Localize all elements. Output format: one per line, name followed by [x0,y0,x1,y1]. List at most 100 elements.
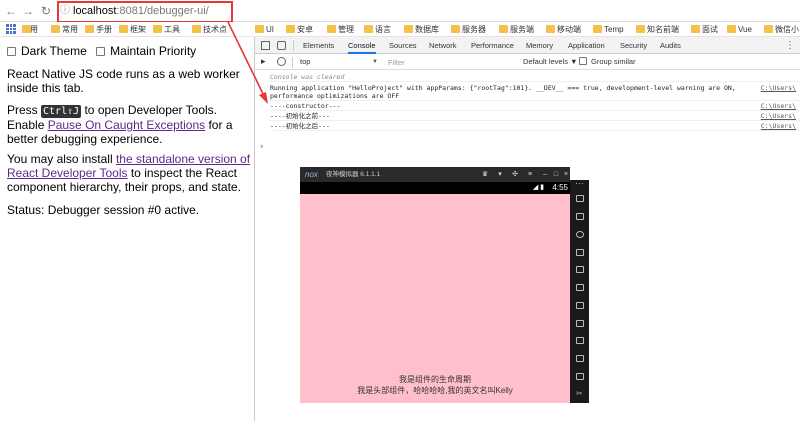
emulator-titlebar: nox 夜神模拟器 6.1.1.1 ♛ ▾ ✣ ≡ – □ × [300,167,570,182]
tab-console[interactable]: Console [348,37,376,54]
bookmark-item[interactable]: 语言 [364,24,391,35]
inspect-icon[interactable] [261,41,270,50]
lifecycle-text: 我是组件的生命周期 [399,375,471,384]
tab-elements[interactable]: Elements [303,37,334,54]
source-link[interactable]: C:\Users\ [761,102,796,110]
console-line: ----初始化之后--- C:\Users\ [270,122,800,131]
bookmark-item[interactable]: Temp [593,24,624,35]
volume-down-icon[interactable] [576,320,584,327]
bookmark-item[interactable]: 常用 [51,24,78,35]
fullscreen-icon[interactable] [576,284,584,291]
reload-icon[interactable]: ↻ [39,3,53,19]
volume-up-icon[interactable] [576,302,584,309]
bookmark-item[interactable]: 管理 [327,24,354,35]
tab-application[interactable]: Application [568,37,605,54]
dark-theme-checkbox[interactable] [7,47,16,56]
status-text: Status: Debugger session #0 active. [7,203,200,217]
console-toolbar: ▸ top▼ Default levels ▼ Group similar [255,54,800,70]
bookmark-item[interactable]: 数据库 [404,24,439,35]
shortcut-key: Ctrl⇧J [41,105,82,118]
apps-icon[interactable] [6,24,16,34]
source-link[interactable]: C:\Users\ [761,122,796,130]
levels-dropdown[interactable]: Default levels ▼ [523,56,578,68]
status-time: 4:55 [552,183,568,192]
console-line: ----constructor--- C:\Users\ [270,102,800,111]
bookmark-item[interactable]: 手册 [85,24,112,35]
context-select[interactable]: top ▼ [298,56,380,68]
maintain-priority-checkbox[interactable] [96,47,106,56]
devtools-tabs: Elements Console Sources Network Perform… [255,37,800,54]
emulator-window: nox 夜神模拟器 6.1.1.1 ♛ ▾ ✣ ≡ – □ × ◢ ▮ 4:55… [300,167,570,403]
screen-icon[interactable] [576,213,584,220]
group-similar-checkbox[interactable] [579,57,587,65]
source-link[interactable]: C:\Users\ [761,84,796,92]
url-highlight-annotation [57,1,233,23]
android-status-bar: ◢ ▮ 4:55 [300,182,570,194]
wifi-signal-icon: ◢ ▮ [532,184,544,191]
source-link[interactable]: C:\Users\ [761,112,796,120]
tab-security[interactable]: Security [620,37,647,54]
tab-memory[interactable]: Memory [526,37,553,54]
debugger-page: Dark Theme Maintain Priority React Nativ… [0,37,254,421]
location-icon[interactable] [576,231,584,238]
settings-icon[interactable]: ✣ [510,167,520,182]
console-line: ----初始化之前--- C:\Users\ [270,112,800,121]
bookmark-item[interactable]: 微信小 [764,24,799,35]
minimize-icon[interactable]: – [540,167,550,182]
bookmark-item[interactable]: 技术点 [192,24,227,35]
multi-instance-icon[interactable] [576,355,584,362]
group-similar-option[interactable]: Group similar [579,56,636,68]
react-devtools-hint: You may also install the standalone vers… [7,152,251,194]
emulator-title: 夜神模拟器 6.1.1.1 [326,171,381,178]
bookmarks-bar: 应用 常用 手册 框架 工具 技术点 UI 安卓 管理 语言 数据库 服务器 服… [0,22,800,37]
bookmark-item[interactable]: 移动端 [546,24,581,35]
console-line: Console was cleared [270,73,800,82]
sidebar-toggle-icon[interactable]: ▸ [261,57,270,66]
console-prompt-icon[interactable]: › [259,142,264,152]
bookmark-item[interactable]: 安卓 [286,24,313,35]
console-line: Running application "HelloProject" with … [270,84,800,101]
menu-icon[interactable]: ≡ [525,167,535,182]
record-icon[interactable] [576,373,584,380]
maximize-icon[interactable]: □ [551,167,561,182]
scissors-icon[interactable]: ✂ [576,390,584,398]
clear-console-icon[interactable] [277,57,286,66]
forward-icon[interactable]: → [21,3,35,19]
chevron-down-icon: ▼ [372,59,378,65]
tab-sources[interactable]: Sources [389,37,417,54]
gift-icon[interactable]: ♛ [480,167,490,182]
keyboard-icon[interactable]: ▾ [495,167,505,182]
tab-performance[interactable]: Performance [471,37,514,54]
emulator-sidebar: ··· ✂ [570,178,589,403]
bookmark-item[interactable]: 面试 [691,24,718,35]
app-screen[interactable]: 我是组件的生命周期 我是头部组件，哈哈哈哈,我的英文名叫Kelly [300,194,570,403]
install-icon[interactable] [576,266,584,273]
more-dots-icon[interactable]: ··· [570,178,589,188]
pause-exceptions-link[interactable]: Pause On Caught Exceptions [48,118,205,132]
bookmark-item[interactable]: 服务器 [451,24,486,35]
bookmark-item[interactable]: UI [255,24,274,35]
intro-text: React Native JS code runs as a web worke… [7,67,240,95]
maintain-priority-label: Maintain Priority [110,44,197,58]
dark-theme-label: Dark Theme [21,44,87,58]
header-text: 我是头部组件，哈哈哈哈,我的英文名叫Kelly [357,386,513,395]
bookmark-item[interactable]: 知名前端 [636,24,679,35]
filter-input[interactable] [385,56,515,68]
shake-icon[interactable] [576,195,584,202]
bookmark-item[interactable]: 框架 [119,24,146,35]
bookmark-item[interactable]: Vue [727,24,752,35]
theme-options: Dark Theme Maintain Priority [7,44,196,58]
bookmark-item[interactable]: 服务端 [499,24,534,35]
tab-audits[interactable]: Audits [660,37,681,54]
device-toolbar-icon[interactable] [277,41,286,50]
folder-icon[interactable] [576,337,584,344]
nox-logo: nox [305,170,318,179]
more-icon[interactable]: ⋮ [785,37,795,54]
bookmark-item[interactable]: 工具 [153,24,180,35]
message-icon[interactable] [576,249,584,256]
address-bar-row: ← → ↻ ⓘ localhost:8081/debugger-ui/ [0,0,800,23]
bookmark-item[interactable]: 应用 [22,24,38,35]
back-icon[interactable]: ← [4,3,18,19]
screen: ← → ↻ ⓘ localhost:8081/debugger-ui/ 应用 常… [0,0,800,421]
tab-network[interactable]: Network [429,37,457,54]
